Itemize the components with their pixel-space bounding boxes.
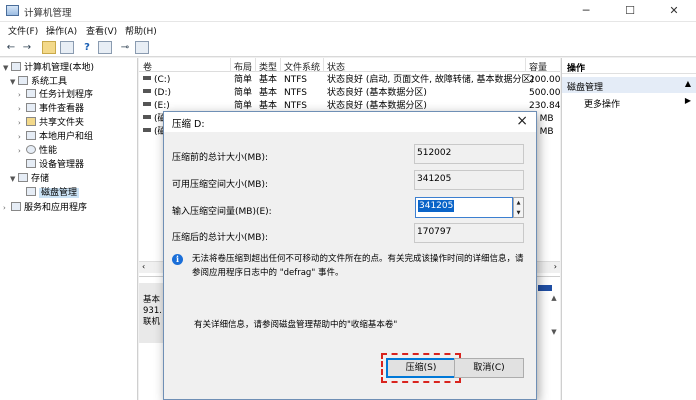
shrink-amount-input[interactable]: 341205: [415, 197, 513, 218]
after-size-label: 压缩后的总计大小(MB):: [172, 233, 268, 243]
tree-item-disk-management[interactable]: 磁盘管理: [18, 187, 80, 200]
computer-icon: [11, 62, 21, 71]
menu-help[interactable]: 帮助(H): [125, 24, 157, 37]
column-header-filesystem[interactable]: 文件系统: [284, 60, 320, 73]
info-message: 无法将卷压缩到超出任何不可移动的文件所在的点。有关完成该操作时间的详细信息，请 …: [192, 254, 524, 278]
chevron-right-icon[interactable]: ›: [18, 103, 26, 116]
partition-bar: [538, 285, 552, 291]
tree-item-device-manager[interactable]: 设备管理器: [18, 159, 84, 172]
total-size-value: 512002: [414, 144, 524, 164]
show-tree-icon[interactable]: [60, 41, 74, 54]
actions-pane: 操作 磁盘管理 ▲ 更多操作 ▶: [561, 58, 696, 400]
performance-icon: [26, 145, 36, 154]
chevron-right-icon[interactable]: ›: [18, 131, 26, 144]
more-actions-item[interactable]: 更多操作 ▶: [562, 95, 696, 110]
help-message: 有关详细信息，请参阅磁盘管理帮助中的"收缩基本卷": [194, 320, 398, 330]
folder-up-icon[interactable]: [42, 41, 56, 54]
cancel-button[interactable]: 取消(C): [454, 358, 524, 378]
shrink-amount-label: 输入压缩空间量(MB)(E):: [172, 207, 272, 217]
shared-folder-icon: [26, 117, 36, 126]
after-size-value: 170797: [414, 223, 524, 243]
actions-section-disk-management[interactable]: 磁盘管理 ▲: [562, 77, 696, 93]
title-bar: 计算机管理 ─ ☐ ✕: [0, 0, 696, 22]
navigation-tree: ▼ 计算机管理(本地) ▼ 系统工具 › 任务计划程序 › 事件查看器 › 共享文件夹 ›…: [0, 58, 138, 400]
back-arrow-icon[interactable]: ←: [4, 41, 18, 54]
dialog-title: 压缩 D:: [172, 119, 205, 130]
menu-action[interactable]: 操作(A): [46, 24, 77, 37]
disk-pane-scrollbar[interactable]: ▲ ▼: [548, 293, 560, 337]
scroll-down-icon[interactable]: ▼: [548, 327, 560, 337]
volume-icon: [143, 89, 151, 93]
dialog-close-icon[interactable]: ×: [516, 113, 528, 129]
chevron-right-icon[interactable]: ›: [18, 89, 26, 102]
event-log-icon: [26, 103, 36, 112]
available-size-value: 341205: [414, 170, 524, 190]
scroll-up-icon[interactable]: ▲: [548, 293, 560, 303]
expand-icon[interactable]: ▼: [10, 173, 18, 186]
volume-icon: [143, 102, 151, 106]
tree-item-storage[interactable]: ▼ 存储: [10, 173, 49, 186]
column-header-capacity[interactable]: 容量: [529, 60, 547, 73]
shrink-dialog: 压缩 D: × 压缩前的总计大小(MB): 512002 可用压缩空间大小(MB…: [163, 111, 537, 400]
storage-icon: [18, 173, 28, 182]
window-title: 计算机管理: [24, 8, 72, 19]
properties-icon[interactable]: [98, 41, 112, 54]
actions-header: 操作: [562, 58, 696, 74]
expand-icon[interactable]: ▼: [3, 62, 11, 75]
close-button[interactable]: ✕: [652, 0, 696, 22]
tools-icon: [18, 76, 28, 85]
tree-item-system-tools[interactable]: ▼ 系统工具: [10, 76, 67, 89]
forward-arrow-icon[interactable]: →: [20, 41, 34, 54]
table-row[interactable]: (D:) 简单 基本 NTFS 状态良好 (基本数据分区) 500.00: [139, 87, 561, 100]
menu-view[interactable]: 查看(V): [86, 24, 117, 37]
dialog-title-bar: 压缩 D: ×: [164, 112, 536, 132]
clock-icon: [26, 89, 36, 98]
expand-icon[interactable]: ▼: [10, 76, 18, 89]
table-row[interactable]: (C:) 简单 基本 NTFS 状态良好 (启动, 页面文件, 故障转储, 基本…: [139, 74, 561, 87]
volume-icon: [143, 128, 151, 132]
shrink-amount-stepper[interactable]: ▲ ▼: [513, 197, 524, 218]
menu-file[interactable]: 文件(F): [8, 24, 38, 37]
column-header-layout[interactable]: 布局: [234, 60, 252, 73]
scroll-right-icon[interactable]: ›: [554, 262, 557, 271]
tree-item-services-apps[interactable]: › 服务和应用程序: [3, 202, 87, 215]
tree-item-shared-folders[interactable]: › 共享文件夹: [18, 117, 84, 130]
shrink-button[interactable]: 压缩(S): [386, 358, 456, 378]
computer-management-icon: [6, 5, 19, 16]
chevron-right-icon: ▶: [684, 96, 691, 105]
connect-icon[interactable]: ⊸: [118, 41, 132, 54]
column-headers: 卷 布局 类型 文件系统 状态 容量: [139, 58, 560, 73]
tree-item-performance[interactable]: › 性能: [18, 145, 57, 158]
minimize-button[interactable]: ─: [564, 0, 608, 22]
tree-item-task-scheduler[interactable]: › 任务计划程序: [18, 89, 93, 102]
total-size-label: 压缩前的总计大小(MB):: [172, 153, 268, 163]
column-header-type[interactable]: 类型: [259, 60, 277, 73]
column-header-status[interactable]: 状态: [327, 60, 345, 73]
maximize-button[interactable]: ☐: [608, 0, 652, 22]
volume-icon: [143, 76, 151, 80]
view-icon[interactable]: [135, 41, 149, 54]
increment-icon[interactable]: ▲: [514, 198, 523, 208]
toolbar: ← → ? ⊸: [0, 38, 696, 57]
tree-item-event-viewer[interactable]: › 事件查看器: [18, 103, 84, 116]
menu-bar: 文件(F) 操作(A) 查看(V) 帮助(H): [0, 22, 696, 38]
users-icon: [26, 131, 36, 140]
available-size-label: 可用压缩空间大小(MB):: [172, 180, 268, 190]
device-manager-icon: [26, 159, 36, 168]
scroll-left-icon[interactable]: ‹: [142, 262, 145, 271]
chevron-right-icon[interactable]: ›: [18, 117, 26, 130]
tree-item-local-users[interactable]: › 本地用户和组: [18, 131, 93, 144]
tree-item-computer-management[interactable]: ▼ 计算机管理(本地): [3, 62, 94, 75]
help-icon[interactable]: ?: [80, 41, 94, 54]
volume-icon: [143, 115, 151, 119]
decrement-icon[interactable]: ▼: [514, 208, 523, 218]
disk-icon: [26, 187, 36, 196]
column-header-volume[interactable]: 卷: [143, 60, 152, 73]
collapse-up-icon[interactable]: ▲: [685, 79, 691, 88]
chevron-right-icon[interactable]: ›: [3, 202, 11, 215]
info-icon: i: [172, 254, 183, 265]
services-icon: [11, 202, 21, 211]
chevron-right-icon[interactable]: ›: [18, 145, 26, 158]
